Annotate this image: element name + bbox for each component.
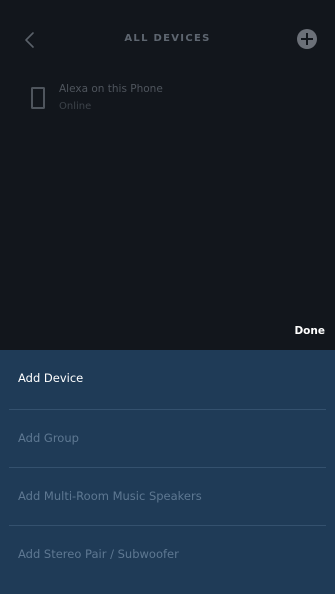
menu-item-label: Add Multi-Room Music Speakers <box>18 489 202 503</box>
device-status: Online <box>59 101 92 112</box>
add-multi-room-speakers-button[interactable]: Add Multi-Room Music Speakers <box>9 467 326 526</box>
add-action-sheet: Add Device Add Group Add Multi-Room Musi… <box>0 350 335 594</box>
menu-item-label: Add Group <box>18 431 79 445</box>
menu-item-label: Add Stereo Pair / Subwoofer <box>18 547 179 561</box>
add-stereo-pair-button[interactable]: Add Stereo Pair / Subwoofer <box>9 525 326 584</box>
page-title: ALL DEVICES <box>124 33 211 44</box>
device-row[interactable]: Alexa on this Phone Online <box>0 78 335 122</box>
add-group-button[interactable]: Add Group <box>9 409 326 468</box>
add-button[interactable] <box>297 29 317 49</box>
header: ALL DEVICES <box>0 22 335 58</box>
app-screen: ALL DEVICES Alexa on this Phone Online D… <box>0 0 335 594</box>
add-device-button[interactable]: Add Device <box>9 350 326 409</box>
menu-item-label: Add Device <box>18 371 84 385</box>
done-button[interactable]: Done <box>294 325 325 337</box>
device-name: Alexa on this Phone <box>59 83 163 95</box>
phone-icon <box>31 87 45 109</box>
all-devices-page: ALL DEVICES Alexa on this Phone Online D… <box>0 0 335 350</box>
